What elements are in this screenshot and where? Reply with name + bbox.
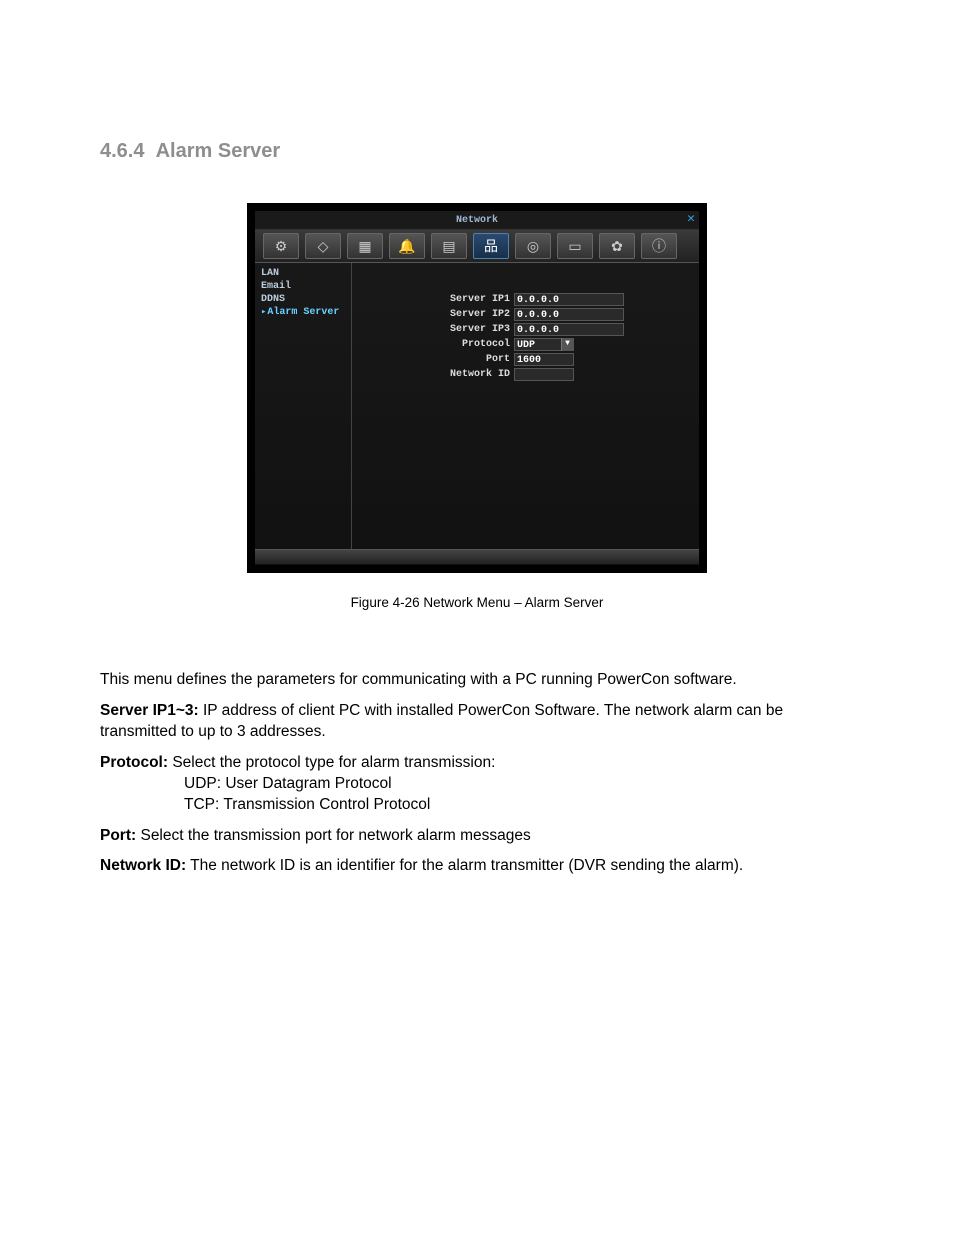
text-protocol-udp: UDP: User Datagram Protocol — [184, 774, 854, 795]
para-server-ip: Server IP1~3: IP address of client PC wi… — [100, 701, 854, 743]
row-server-ip2: Server IP2 0.0.0.0 — [360, 308, 681, 321]
sidebar-item-lan[interactable]: LAN — [259, 267, 347, 280]
figure: Network ✕ ⚙ ◇ ▦ 🔔 ▤ 品 ◎ ▭ ✿ ⓘ — [100, 203, 854, 610]
row-protocol: Protocol UDP ▼ — [360, 338, 681, 351]
settings-icon[interactable]: ✿ — [599, 233, 635, 259]
text-server-ip: IP address of client PC with installed P… — [100, 702, 783, 740]
statusbar — [255, 549, 699, 564]
titlebar: Network ✕ — [255, 211, 699, 230]
input-server-ip2[interactable]: 0.0.0.0 — [514, 308, 624, 321]
close-icon[interactable]: ✕ — [687, 212, 695, 225]
window-title: Network — [456, 215, 498, 226]
input-port[interactable]: 1600 — [514, 353, 574, 366]
label-port: Port — [360, 354, 514, 365]
section-heading: 4.6.4 Alarm Server — [100, 140, 854, 163]
dvr-inner: Network ✕ ⚙ ◇ ▦ 🔔 ▤ 品 ◎ ▭ ✿ ⓘ — [255, 211, 699, 565]
text-protocol: Select the protocol type for alarm trans… — [168, 754, 495, 771]
label-server-ip1: Server IP1 — [360, 294, 514, 305]
label-server-ip3: Server IP3 — [360, 324, 514, 335]
row-server-ip3: Server IP3 0.0.0.0 — [360, 323, 681, 336]
chevron-down-icon: ▼ — [561, 338, 573, 351]
sidebar-item-email[interactable]: Email — [259, 280, 347, 293]
row-server-ip1: Server IP1 0.0.0.0 — [360, 293, 681, 306]
alarm-icon[interactable]: 🔔 — [389, 233, 425, 259]
para-network-id: Network ID: The network ID is an identif… — [100, 856, 854, 877]
dvr-window: Network ✕ ⚙ ◇ ▦ 🔔 ▤ 品 ◎ ▭ ✿ ⓘ — [247, 203, 707, 573]
row-port: Port 1600 — [360, 353, 681, 366]
row-network-id: Network ID — [360, 368, 681, 381]
figure-caption: Figure 4-26 Network Menu – Alarm Server — [351, 595, 604, 610]
para-port: Port: Select the transmission port for n… — [100, 826, 854, 847]
dvr-body: LAN Email DDNS Alarm Server Server IP1 0… — [255, 263, 699, 549]
label-network-id: Network ID — [360, 369, 514, 380]
text-protocol-tcp: TCP: Transmission Control Protocol — [184, 795, 854, 816]
body-text: This menu defines the parameters for com… — [100, 670, 854, 877]
select-protocol[interactable]: UDP ▼ — [514, 338, 574, 351]
sidebar-item-ddns[interactable]: DDNS — [259, 293, 347, 306]
text-port: Select the transmission port for network… — [136, 827, 531, 844]
label-protocol: Protocol — [360, 339, 514, 350]
network-icon[interactable]: 品 — [473, 233, 509, 259]
label-server-ip: Server IP1~3: — [100, 702, 199, 719]
text-network-id: The network ID is an identifier for the … — [186, 857, 743, 874]
sidebar: LAN Email DDNS Alarm Server — [255, 263, 352, 549]
input-server-ip1[interactable]: 0.0.0.0 — [514, 293, 624, 306]
form-panel: Server IP1 0.0.0.0 Server IP2 0.0.0.0 Se… — [352, 263, 699, 549]
label-port-desc: Port: — [100, 827, 136, 844]
para-protocol: Protocol: Select the protocol type for a… — [100, 753, 854, 774]
label-server-ip2: Server IP2 — [360, 309, 514, 320]
display-icon[interactable]: ◇ — [305, 233, 341, 259]
input-network-id[interactable] — [514, 368, 574, 381]
storage-icon[interactable]: ▤ — [431, 233, 467, 259]
monitor-icon[interactable]: ▭ — [557, 233, 593, 259]
config-icon[interactable]: ⚙ — [263, 233, 299, 259]
camera-icon[interactable]: ◎ — [515, 233, 551, 259]
input-server-ip3[interactable]: 0.0.0.0 — [514, 323, 624, 336]
sidebar-item-alarm-server[interactable]: Alarm Server — [259, 306, 347, 319]
calendar-icon[interactable]: ▦ — [347, 233, 383, 259]
section-title: Alarm Server — [156, 140, 281, 162]
label-protocol-desc: Protocol: — [100, 754, 168, 771]
select-protocol-value: UDP — [517, 339, 535, 350]
label-network-id-desc: Network ID: — [100, 857, 186, 874]
toolbar: ⚙ ◇ ▦ 🔔 ▤ 品 ◎ ▭ ✿ ⓘ — [255, 230, 699, 263]
para-intro: This menu defines the parameters for com… — [100, 670, 854, 691]
section-number: 4.6.4 — [100, 140, 144, 162]
info-icon[interactable]: ⓘ — [641, 233, 677, 259]
